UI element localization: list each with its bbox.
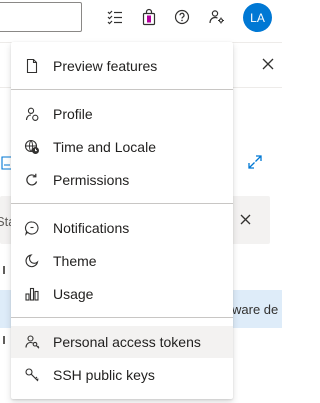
document-icon	[24, 58, 40, 74]
search-input[interactable]	[0, 2, 82, 32]
ssh-key-icon	[24, 367, 40, 383]
theme-icon	[24, 253, 40, 269]
avatar[interactable]: LA	[243, 3, 272, 32]
list-marker	[3, 266, 5, 274]
menu-divider	[11, 203, 233, 204]
user-settings-icon[interactable]	[204, 4, 230, 30]
bar-chart-icon	[24, 286, 40, 302]
menu-item-label: Theme	[53, 253, 97, 269]
menu-item-label: Profile	[53, 106, 93, 122]
menu-item-label: Personal access tokens	[53, 334, 201, 350]
top-bar: LA	[0, 0, 282, 34]
user-settings-menu: Preview features Profile Time and Locale	[11, 42, 233, 399]
chat-icon	[24, 220, 40, 236]
menu-item-label: Preview features	[53, 58, 158, 74]
menu-item-label: Usage	[53, 286, 94, 302]
menu-item-preview-features[interactable]: Preview features	[11, 50, 233, 82]
key-user-icon	[24, 334, 40, 350]
close-icon[interactable]	[261, 57, 275, 71]
menu-item-usage[interactable]: Usage	[11, 278, 233, 310]
menu-item-time-and-locale[interactable]: Time and Locale	[11, 131, 233, 163]
close-icon[interactable]	[239, 213, 252, 226]
menu-item-personal-access-tokens[interactable]: Personal access tokens	[11, 326, 233, 358]
menu-item-label: Notifications	[53, 220, 130, 236]
list-marker	[3, 336, 5, 344]
task-list-icon[interactable]	[102, 4, 128, 30]
menu-item-profile[interactable]: Profile	[11, 98, 233, 130]
menu-item-theme[interactable]: Theme	[11, 245, 233, 277]
selected-row-text: ware de	[232, 302, 279, 317]
menu-divider	[11, 317, 233, 318]
menu-item-permissions[interactable]: Permissions	[11, 164, 233, 196]
shopping-bag-icon[interactable]	[136, 4, 162, 30]
menu-item-label: Time and Locale	[53, 139, 156, 155]
menu-item-label: Permissions	[53, 172, 130, 188]
menu-item-label: SSH public keys	[53, 367, 155, 383]
refresh-icon	[24, 172, 40, 188]
menu-item-ssh-public-keys[interactable]: SSH public keys	[11, 359, 233, 391]
globe-clock-icon	[24, 139, 40, 155]
expand-icon[interactable]	[247, 154, 263, 170]
menu-item-notifications[interactable]: Notifications	[11, 212, 233, 244]
avatar-initials: LA	[250, 10, 265, 25]
profile-icon	[24, 106, 40, 122]
help-icon[interactable]	[169, 4, 195, 30]
menu-divider	[11, 89, 233, 90]
